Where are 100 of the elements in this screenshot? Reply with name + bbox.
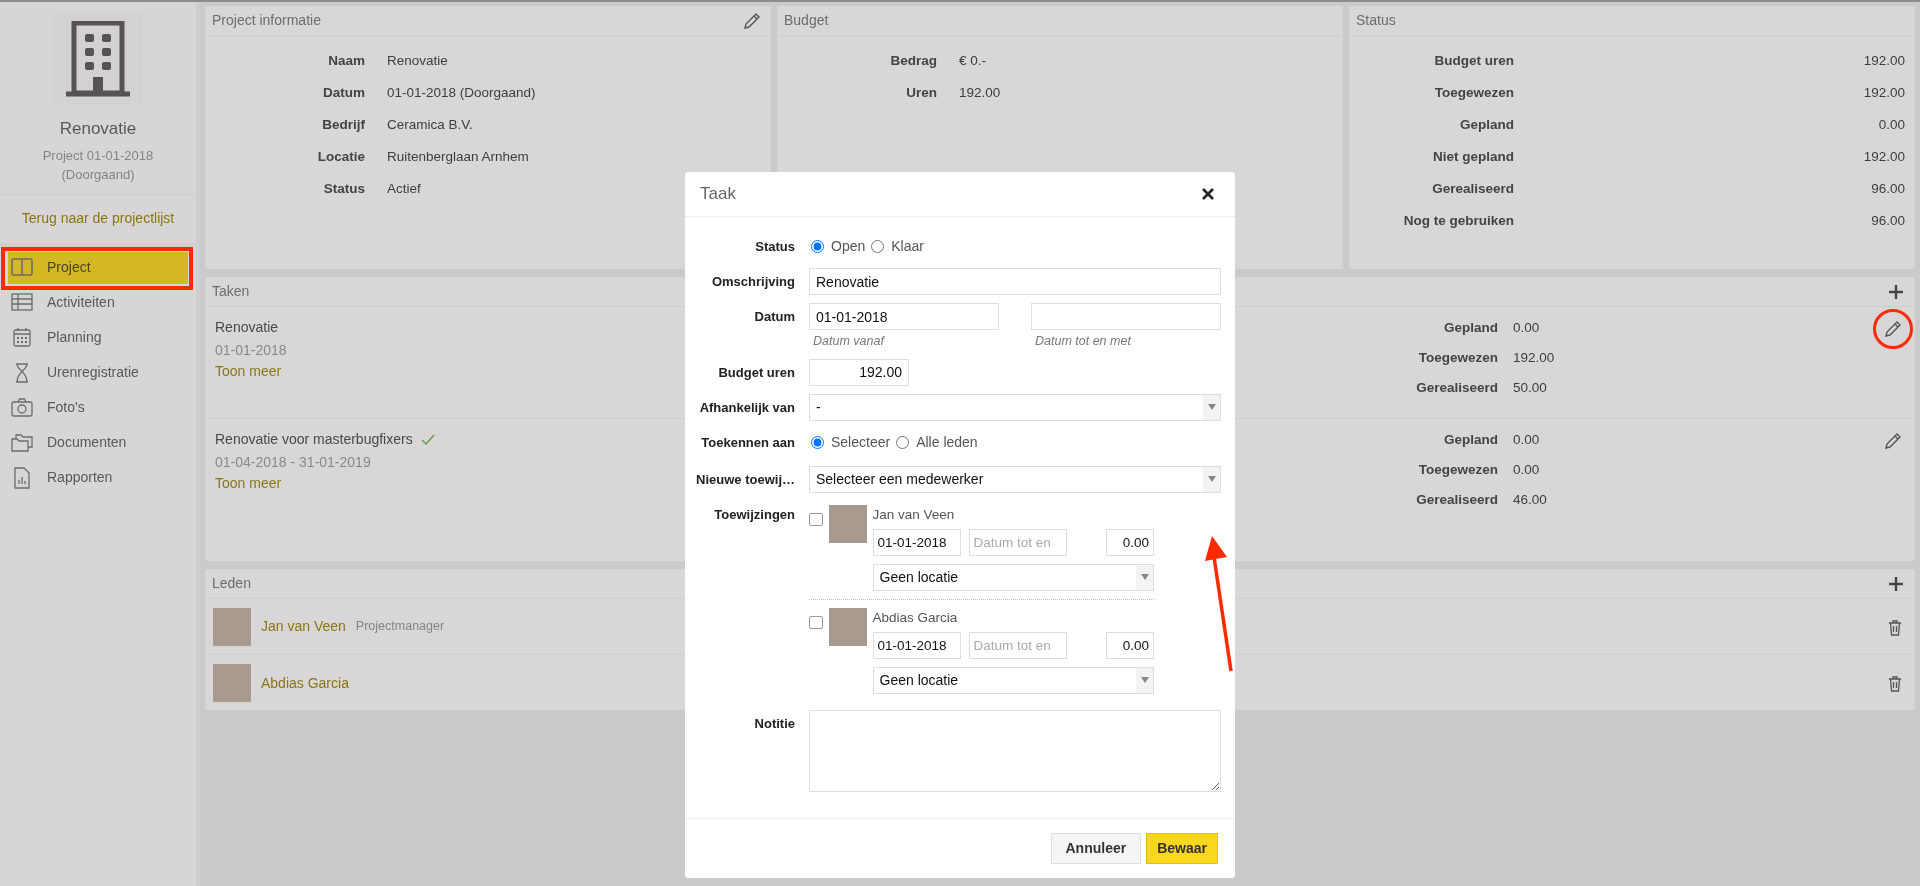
field-label: Datum (753, 308, 795, 326)
field-label: Toekennen aan (700, 433, 795, 452)
field-label: Toewijzingen (713, 505, 795, 524)
field-label: Afhankelijk van (698, 398, 795, 417)
radio-label: Selecteer (831, 432, 891, 452)
sidebar-item[interactable]: Foto's (8, 391, 188, 424)
stat-value: 192.00 (1513, 349, 1555, 367)
field-hint: Datum vanaf (812, 333, 886, 350)
radio-label: Open (831, 237, 866, 256)
project-title: Renovatie (58, 118, 138, 140)
dropdown[interactable]: Geen locatie (872, 563, 1154, 591)
radio-label: Alle leden (916, 432, 978, 452)
sidebar-item[interactable]: Documenten (8, 426, 188, 459)
input-field[interactable]: 01-01-2018 (872, 528, 961, 556)
radio-label: Klaar (891, 237, 924, 256)
field-label: Nog te gebruiken (1402, 212, 1514, 230)
project-subtitle: Project 01-01-2018 (Doorgaand) (41, 146, 155, 184)
field-label: Notitie (753, 714, 795, 733)
field-value: 192.00 (1863, 148, 1905, 166)
sidebar-item[interactable]: Urenregistratie (8, 356, 188, 389)
panel-title: Status (1356, 11, 1396, 30)
report-icon (11, 466, 33, 489)
field-label: Status (754, 238, 795, 256)
field-value: 96.00 (1871, 180, 1905, 198)
sidebar-item[interactable]: Planning (8, 321, 188, 354)
radio-button[interactable] (871, 240, 885, 253)
input-field[interactable]: Renovatie (809, 268, 1221, 295)
field-value: Actief (387, 180, 421, 198)
field-value: 192.00 (1863, 84, 1905, 102)
radio-button[interactable] (811, 435, 824, 449)
sidebar-item[interactable]: Rapporten (8, 461, 188, 494)
sidebar-item[interactable]: Project (8, 251, 188, 284)
save-button[interactable]: Bewaar (1146, 833, 1218, 864)
cancel-button[interactable]: Annuleer (1050, 833, 1142, 864)
radio-button[interactable] (811, 240, 824, 253)
task-name: Renovatie voor masterbugfixers (215, 430, 413, 449)
member-role: Projectmanager (355, 618, 445, 636)
stat-value: 0.00 (1513, 431, 1540, 449)
input-field[interactable]: 01-01-2018 (809, 303, 999, 330)
field-label: Locatie (316, 148, 365, 166)
trash-icon (1886, 617, 1904, 636)
radio-button[interactable] (896, 435, 910, 449)
calendar-icon (11, 326, 33, 349)
panel-title: Leden (212, 574, 251, 593)
close-icon (1202, 188, 1214, 200)
caret-icon (1140, 574, 1149, 581)
note-field[interactable] (809, 709, 1221, 792)
field-value: 192.00 (1863, 52, 1905, 70)
stat-label: Toegewezen (1417, 349, 1498, 367)
stat-label: Toegewezen (1417, 461, 1498, 479)
field-label: Naam (327, 52, 365, 70)
sidebar-item[interactable]: Activiteiten (8, 286, 188, 319)
building-icon (66, 21, 130, 97)
task-dates: 01-04-2018 - 31-01-2019 (215, 453, 372, 472)
panel-title: Taken (212, 282, 250, 301)
input-field[interactable]: 0.00 (1106, 528, 1154, 556)
photo-placeholder (828, 607, 867, 646)
input-field[interactable] (1031, 303, 1221, 330)
stat-value: 0.00 (1513, 461, 1540, 479)
pencil-icon (1883, 431, 1903, 451)
dropdown[interactable]: Selecteer een medewerker (809, 465, 1221, 493)
dropdown[interactable]: Geen locatie (872, 666, 1154, 694)
field-value: € 0.- (959, 52, 986, 70)
input-field[interactable]: 0.00 (1106, 631, 1154, 659)
modal-title: Taak (700, 183, 736, 206)
dropdown[interactable]: - (809, 393, 1221, 421)
stat-value: 50.00 (1513, 379, 1547, 397)
stat-label: Gepland (1443, 431, 1498, 449)
input-field[interactable]: Datum tot en (968, 528, 1067, 556)
field-label: Datum (322, 84, 365, 102)
photo-placeholder (828, 504, 867, 543)
field-label: Omschrijving (710, 273, 795, 291)
columns-icon (11, 256, 33, 279)
field-value: Renovatie (387, 52, 448, 70)
caret-icon (1207, 404, 1216, 411)
checkbox[interactable] (809, 615, 823, 630)
field-value: 96.00 (1871, 212, 1905, 230)
input-field[interactable]: Datum tot en (968, 631, 1067, 659)
input-field[interactable]: 192.00 (809, 358, 909, 386)
stat-label: Gerealiseerd (1415, 379, 1498, 397)
assignee-name: Abdias Garcia (872, 608, 959, 627)
trash-icon (1886, 674, 1904, 692)
field-label: Niet gepland (1432, 148, 1514, 166)
field-label: Uren (905, 84, 937, 102)
field-label: Gepland (1459, 116, 1514, 134)
input-field[interactable]: 01-01-2018 (872, 631, 961, 659)
field-label: Toegewezen (1433, 84, 1514, 102)
field-value: 192.00 (959, 84, 1001, 102)
field-label: Nieuwe toewij… (695, 470, 795, 489)
stat-value: 46.00 (1513, 491, 1547, 509)
plus-icon (1889, 576, 1903, 591)
field-value: Ceramica B.V. (387, 116, 473, 134)
field-label: Bedrijf (321, 116, 365, 134)
checkbox[interactable] (809, 512, 823, 527)
caret-icon (1140, 677, 1149, 684)
task-dates: 01-01-2018 (215, 341, 287, 360)
field-value: Ruitenberglaan Arnhem (387, 148, 529, 166)
panel-title: Project informatie (212, 11, 321, 30)
plus-icon (1889, 284, 1903, 299)
caret-icon (1207, 476, 1216, 483)
